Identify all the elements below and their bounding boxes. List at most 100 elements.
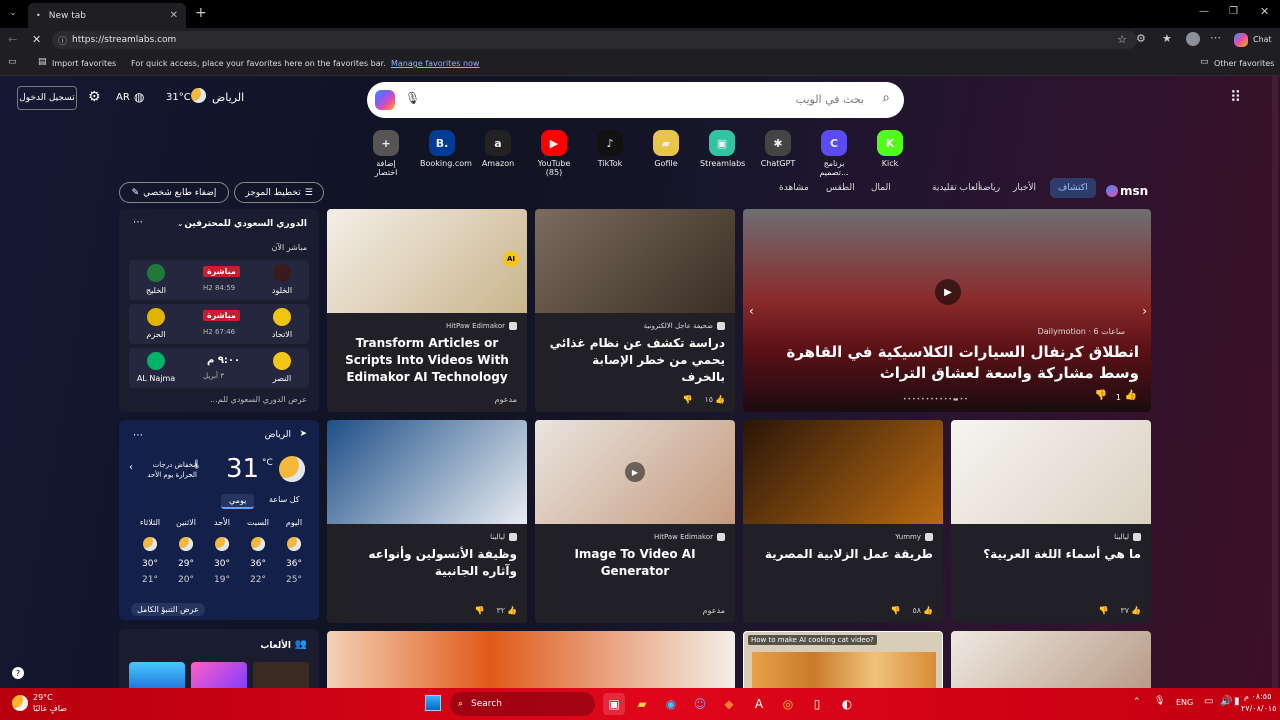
network-icon[interactable]: ▭ <box>1204 696 1213 707</box>
news-card[interactable] <box>951 631 1151 688</box>
language-label[interactable]: AR <box>116 92 130 103</box>
tab-close-icon[interactable]: ✕ <box>170 10 178 21</box>
msn-logo[interactable]: msn <box>1106 184 1148 198</box>
weather-alert[interactable]: انخفاض درجات الحرارة يوم الأحد <box>137 460 197 480</box>
file-icon[interactable]: ▯ <box>806 693 828 715</box>
shortcut-tile[interactable]: ♪ TikTok <box>588 130 632 168</box>
file-explorer-icon[interactable]: ▰ <box>631 693 653 715</box>
dislike-icon[interactable]: 👎 <box>474 606 484 615</box>
shortcut-tile[interactable]: ▰ Gofile <box>644 130 688 168</box>
edge-icon[interactable]: ◉ <box>660 693 682 715</box>
obs-icon[interactable]: ◐ <box>836 693 858 715</box>
more-options-icon[interactable]: ⋯ <box>133 430 143 441</box>
chat-label[interactable]: Chat <box>1253 35 1272 44</box>
shortcut-tile[interactable]: ▣ Streamlabs <box>700 130 745 168</box>
shortcut-tile[interactable]: ▶ YouTube (85) <box>532 130 576 177</box>
search-icon[interactable]: ⌕ <box>882 90 890 106</box>
next-icon[interactable]: › <box>1142 304 1147 318</box>
battery-icon[interactable]: ▮ <box>1234 696 1240 707</box>
like-icon[interactable]: 👍 <box>1131 606 1141 615</box>
page-scrollbar[interactable] <box>1272 76 1278 688</box>
windows-start-icon[interactable] <box>425 695 441 711</box>
new-tab-icon[interactable]: + <box>195 5 207 21</box>
feed-nav-item[interactable]: اكتشاف <box>1050 178 1096 198</box>
manage-favorites-link[interactable]: Manage favorites now <box>391 59 479 68</box>
chevron-down-icon[interactable]: ⌄ <box>177 219 184 228</box>
copilot-search-icon[interactable] <box>375 90 395 110</box>
sidebar-toggle-icon[interactable]: ▭ <box>8 57 17 67</box>
shortcut-tile[interactable]: C برنامج تصميم... <box>812 130 856 177</box>
hero-video-card[interactable]: ▶ Dailymotion · 6 ساعات انطلاق كرنفال ال… <box>743 209 1151 412</box>
taskbar-weather-icon[interactable] <box>12 695 28 711</box>
news-title[interactable]: وظيفة الأنسولين وأنواعه وآثاره الجانبية <box>337 546 517 580</box>
feed-nav-item[interactable]: رياضة <box>978 183 1000 193</box>
taskbar-temp[interactable]: 29°C <box>33 693 53 702</box>
news-card[interactable]: ▶ HitPaw Edimakor Image To Video AI Genera… <box>535 420 735 623</box>
dislike-icon[interactable]: 👎 <box>890 606 900 615</box>
import-favorites-link[interactable]: Import favorites <box>52 59 116 68</box>
game-thumbnail[interactable] <box>129 662 185 688</box>
shortcut-tile[interactable]: + إضافة اختصار <box>364 130 408 177</box>
apps-grid-icon[interactable]: ⠿ <box>1230 88 1241 106</box>
web-search-box[interactable]: 🎙 بحث في الويب ⌕ <box>367 82 904 118</box>
forecast-day[interactable]: السبت 36° 22° <box>243 518 273 585</box>
like-icon[interactable]: 👍 <box>715 395 725 404</box>
play-icon[interactable]: ▶ <box>935 279 961 305</box>
like-icon[interactable]: 👍 <box>507 606 517 615</box>
dislike-icon[interactable]: 👎 <box>1095 390 1107 401</box>
league-more-link[interactable]: عرض الدوري السعودي للم... <box>210 395 307 404</box>
forecast-day[interactable]: الثلاثاء 30° 21° <box>135 518 165 585</box>
task-view-icon[interactable]: ▣ <box>603 693 625 715</box>
news-card[interactable]: ليالينا وظيفة الأنسولين وأنواعه وآثاره ال… <box>327 420 527 623</box>
language-indicator[interactable]: ENG <box>1176 698 1193 707</box>
games-title[interactable]: الألعاب <box>260 641 291 651</box>
help-icon[interactable]: ? <box>12 667 24 679</box>
like-icon[interactable]: 👍 <box>1125 390 1137 401</box>
dislike-icon[interactable]: 👎 <box>1098 606 1108 615</box>
play-icon[interactable]: ▶ <box>625 462 645 482</box>
prev-icon[interactable]: ‹ <box>129 462 133 473</box>
restore-icon[interactable]: ❐ <box>1229 6 1238 17</box>
shortcut-tile[interactable]: ✱ ChatGPT <box>756 130 800 168</box>
discord-icon[interactable]: ☺ <box>689 693 711 715</box>
game-thumbnail[interactable] <box>253 662 309 688</box>
feed-nav-item[interactable]: الطقس <box>826 183 855 193</box>
tab-new[interactable]: • New tab ✕ <box>28 3 186 28</box>
address-bar[interactable]: ⓘ https://streamlabs.com ☆ <box>52 31 1137 49</box>
brave-icon[interactable]: ◆ <box>718 693 740 715</box>
news-title[interactable]: ما هي أسماء اللغة العربية؟ <box>961 546 1141 563</box>
tab-actions-icon[interactable]: ⌄ <box>6 6 20 20</box>
mic-icon[interactable]: 🎙 <box>405 91 420 105</box>
tab-hourly[interactable]: كل ساعة <box>269 495 300 504</box>
game-thumbnail[interactable] <box>191 662 247 688</box>
dislike-icon[interactable]: 👎 <box>682 395 692 404</box>
forecast-day[interactable]: الأحد 30° 19° <box>207 518 237 585</box>
stop-icon[interactable]: ✕ <box>32 33 41 46</box>
like-icon[interactable]: 👍 <box>923 606 933 615</box>
more-menu-icon[interactable]: ⋯ <box>1210 31 1221 44</box>
match-row[interactable]: الاتحاد الحزم مباشرة H2 67:46 <box>129 304 309 344</box>
tray-chevron-icon[interactable]: ⌃ <box>1133 697 1141 707</box>
signin-button[interactable]: تسجيل الدخول <box>17 86 77 110</box>
site-info-icon[interactable]: ⓘ <box>58 34 67 47</box>
feed-nav-item[interactable]: المال <box>871 183 891 193</box>
hero-title[interactable]: انطلاق كرنفال السيارات الكلاسيكية في الق… <box>783 342 1139 384</box>
forecast-day[interactable]: اليوم 36° 25° <box>279 518 309 585</box>
extensions-icon[interactable]: ⚙ <box>1136 32 1146 45</box>
match-row[interactable]: النصر AL Najma ٩:٠٠ م ٣ أبريل <box>129 348 309 388</box>
league-title[interactable]: الدوري السعودي للمحترفين <box>184 219 307 229</box>
settings-icon[interactable]: ⚙ <box>88 89 101 105</box>
weather-city[interactable]: الرياض <box>265 430 291 440</box>
shortcut-tile[interactable]: B. Booking.com <box>420 130 472 168</box>
other-favorites[interactable]: Other favorites <box>1214 59 1274 68</box>
globe-icon[interactable]: ◍ <box>134 90 144 104</box>
clock-date[interactable]: ٢٧/٠٨/٠١٥ <box>1241 704 1276 713</box>
acrobat-icon[interactable]: A <box>748 693 770 715</box>
close-window-icon[interactable]: ✕ <box>1260 5 1269 18</box>
shortcut-tile[interactable]: K Kick <box>868 130 912 168</box>
mic-tray-icon[interactable]: 🎙 <box>1154 696 1165 706</box>
feed-layout-button[interactable]: تخطيط الموجز ☰ <box>234 182 324 203</box>
chrome-icon[interactable]: ◎ <box>777 693 799 715</box>
news-title[interactable]: Transform Articles or Scripts Into Video… <box>337 335 517 386</box>
news-title[interactable]: طريقة عمل الزلابية المصرية <box>753 546 933 563</box>
